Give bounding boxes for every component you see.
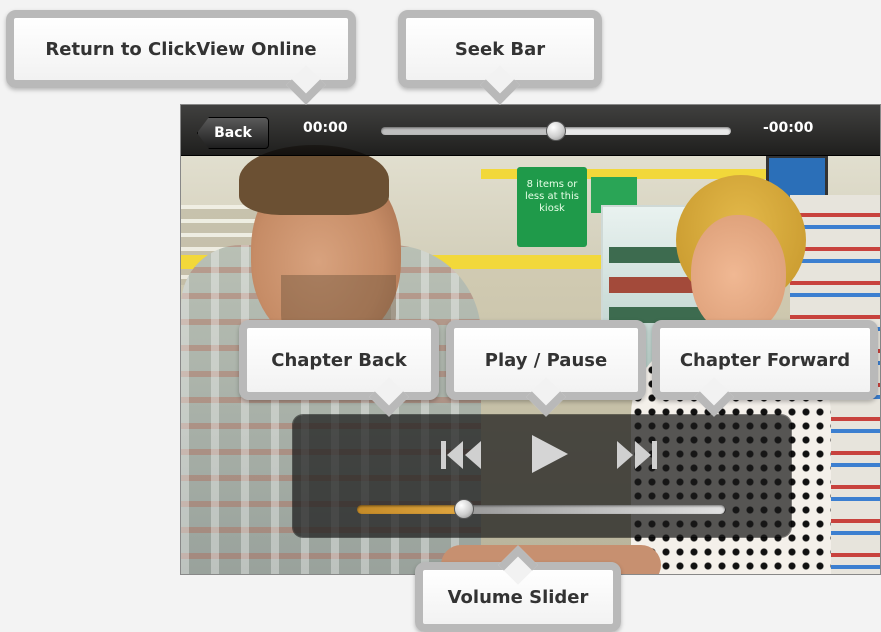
callout-volume-slider-label: Volume Slider [447, 586, 589, 608]
volume-slider[interactable] [357, 499, 725, 519]
callout-chapter-back: Chapter Back [239, 320, 439, 400]
callout-volume-slider: Volume Slider [415, 562, 621, 632]
skip-back-icon [441, 441, 481, 469]
callout-play-pause: Play / Pause [446, 320, 646, 400]
kiosk-sign: 8 items or less at this kiosk [517, 167, 587, 247]
woman-face [691, 215, 786, 335]
kiosk-sign-text: 8 items or less at this kiosk [524, 179, 579, 214]
top-control-bar: Back 00:00 -00:00 [181, 105, 880, 156]
skip-forward-icon [617, 441, 657, 469]
callout-chapter-forward: Chapter Forward [652, 320, 878, 400]
playback-control-pad [293, 415, 791, 537]
volume-knob[interactable] [453, 499, 474, 519]
remaining-time: -00:00 [763, 120, 814, 136]
seek-bar[interactable] [381, 121, 731, 141]
callout-chapter-back-label: Chapter Back [271, 349, 407, 371]
chapter-forward-button[interactable] [609, 433, 663, 477]
seek-knob[interactable] [546, 121, 566, 141]
callout-seek-bar-label: Seek Bar [454, 38, 546, 60]
callout-seek-bar: Seek Bar [398, 10, 602, 88]
play-icon [532, 435, 568, 473]
callout-return: Return to ClickView Online [6, 10, 356, 88]
callout-chapter-forward-label: Chapter Forward [679, 349, 851, 371]
callout-return-label: Return to ClickView Online [45, 38, 317, 60]
back-button[interactable]: Back [197, 117, 269, 149]
elapsed-time: 00:00 [303, 120, 348, 136]
chapter-back-button[interactable] [435, 433, 489, 477]
play-pause-button[interactable] [521, 427, 577, 481]
callout-play-pause-label: Play / Pause [484, 349, 608, 371]
